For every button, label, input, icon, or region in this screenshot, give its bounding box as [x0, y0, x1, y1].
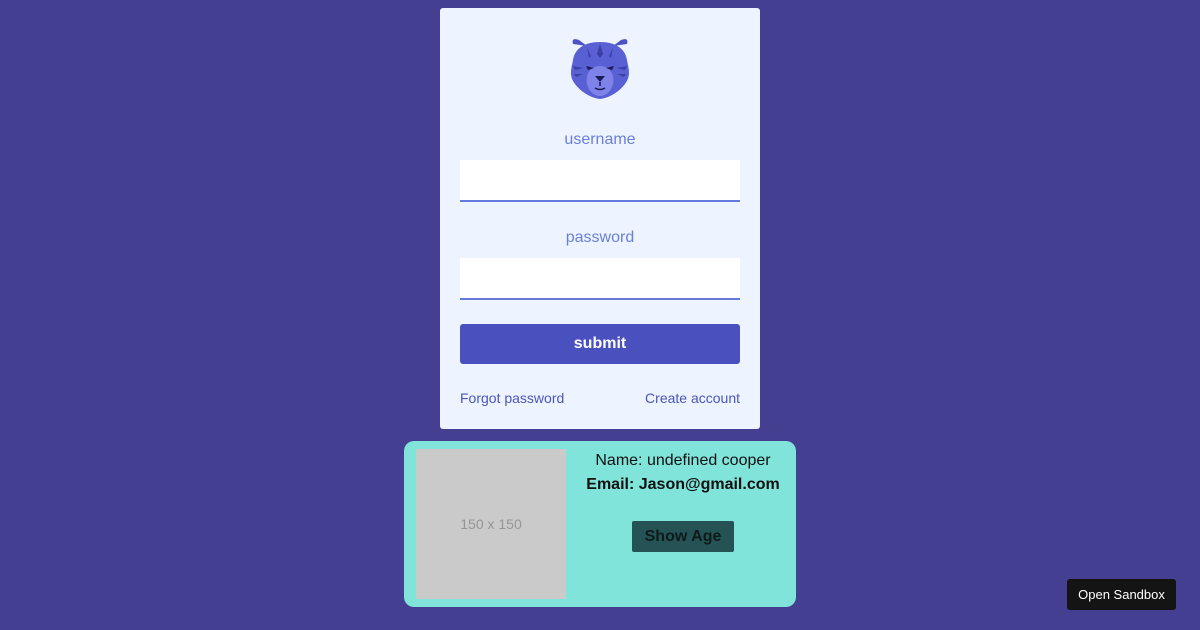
show-age-button[interactable]: Show Age	[632, 521, 734, 552]
submit-button[interactable]: submit	[460, 324, 740, 364]
profile-email: Email: Jason@gmail.com	[586, 476, 780, 493]
tiger-head-icon	[571, 39, 629, 99]
forgot-password-link[interactable]: Forgot password	[460, 390, 564, 406]
profile-name: Name: undefined cooper	[595, 452, 771, 469]
login-card: username password submit Forgot password…	[440, 8, 760, 429]
password-input[interactable]	[460, 258, 740, 300]
profile-card: 150 x 150 Name: undefined cooper Email: …	[404, 441, 796, 607]
create-account-link[interactable]: Create account	[645, 390, 740, 406]
password-label: password	[565, 229, 635, 246]
page: username password submit Forgot password…	[0, 0, 1200, 630]
profile-image-placeholder: 150 x 150	[416, 449, 566, 599]
open-sandbox-button[interactable]: Open Sandbox	[1067, 579, 1176, 610]
username-input[interactable]	[460, 160, 740, 202]
username-label: username	[564, 131, 636, 148]
